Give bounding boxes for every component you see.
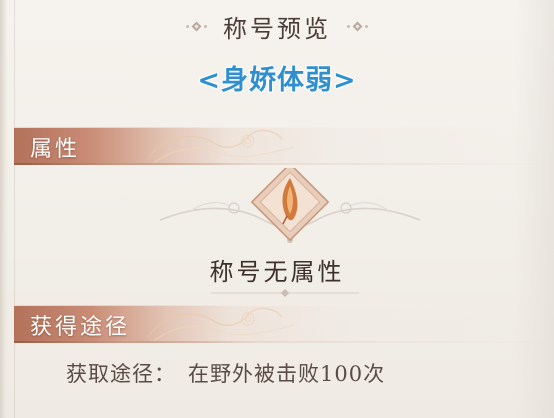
flame-feather-icon — [250, 168, 330, 242]
acquire-method-value: 在野外被击败100次 — [188, 362, 386, 386]
diamond-ornament-icon — [191, 21, 202, 31]
header-ornament-left — [186, 21, 207, 31]
acquire-method-label: 获取途径： — [66, 362, 176, 386]
acquire-section-header: 获得途径 — [14, 305, 554, 343]
cloud-pattern-icon — [147, 129, 295, 164]
no-attribute-text: 称号无属性 — [209, 258, 345, 286]
cloud-pattern-icon — [147, 307, 295, 342]
diamond-ornament-icon — [352, 21, 363, 31]
section-title-acquire: 获得途径 — [30, 315, 131, 340]
title-name: <身娇体弱> — [197, 65, 357, 96]
attribute-emblem — [159, 168, 421, 243]
ornament-dot — [204, 24, 207, 28]
emblem-underline-ornament — [211, 289, 359, 297]
section-title-attributes: 属性 — [30, 137, 81, 162]
acquire-method: 获取途径： 在野外被击败100次 — [66, 358, 385, 388]
title-preview-panel: 称号预览 <身娇体弱> 属性 称号无属性 获得途径 获取途径： 在野外被击败10… — [0, 0, 554, 418]
ornament-dot — [365, 24, 368, 28]
page-title: 称号预览 — [223, 14, 331, 43]
panel-header: 称号预览 — [0, 6, 554, 46]
ornament-dot — [347, 24, 350, 28]
attributes-section-header: 属性 — [14, 127, 554, 165]
ornament-dot — [186, 24, 189, 28]
header-ornament-right — [347, 21, 368, 31]
